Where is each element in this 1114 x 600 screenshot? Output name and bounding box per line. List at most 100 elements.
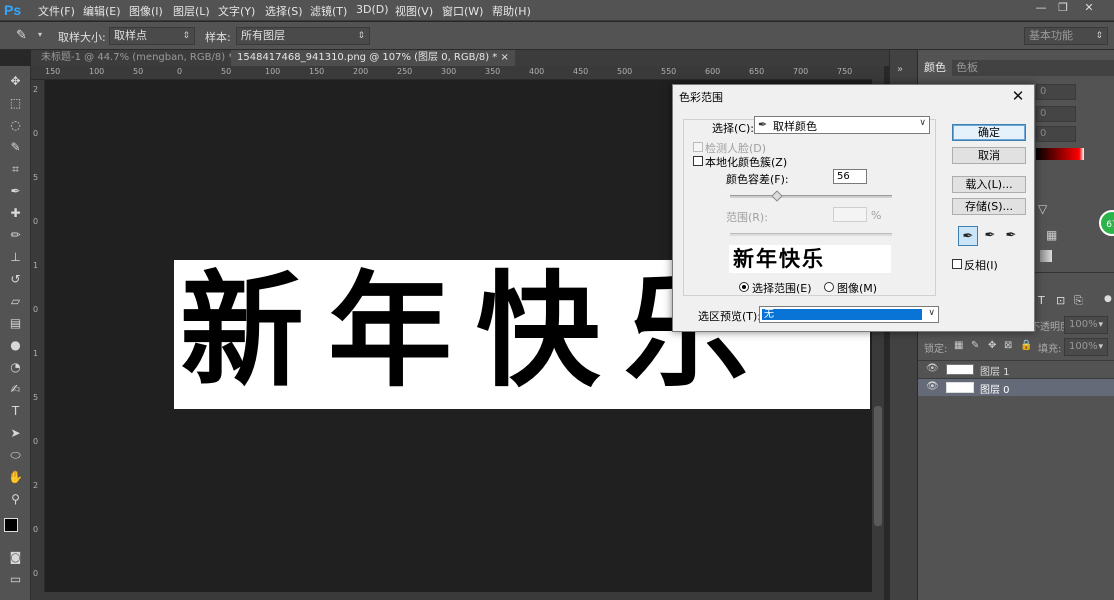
menu-view[interactable]: 视图(V): [395, 3, 433, 19]
menu-type[interactable]: 文字(Y): [218, 3, 255, 19]
smart-filter-icon[interactable]: ⎘: [1074, 294, 1083, 308]
color-b-field[interactable]: 0: [1036, 126, 1076, 142]
cancel-button[interactable]: 取消: [952, 147, 1026, 164]
save-button[interactable]: 存储(S)...: [952, 198, 1026, 215]
crop-tool-icon[interactable]: ⌗: [6, 160, 25, 178]
history-brush-icon[interactable]: ↺: [6, 270, 25, 288]
pen-tool-icon[interactable]: ✍: [6, 380, 25, 398]
foreground-color-swatch[interactable]: [4, 518, 18, 532]
menu-filter[interactable]: 滤镜(T): [310, 3, 347, 19]
ruler-tick-label: 0: [33, 525, 39, 534]
gradient-swatch[interactable]: [1040, 250, 1052, 262]
localized-checkbox[interactable]: [693, 156, 703, 166]
ok-button[interactable]: 确定: [952, 124, 1026, 141]
detect-faces-checkbox[interactable]: [693, 142, 703, 152]
eyedropper-tool-icon[interactable]: ✎: [16, 28, 32, 44]
healing-brush-icon[interactable]: ✚: [6, 204, 25, 222]
color-g-field[interactable]: 0: [1036, 106, 1076, 122]
menu-select[interactable]: 选择(S): [265, 3, 303, 19]
lock-brush-icon[interactable]: ✎: [971, 340, 979, 351]
gradient-tool-icon[interactable]: ▤: [6, 314, 25, 332]
layer-row-selected[interactable]: 👁 图层 0: [918, 378, 1114, 396]
path-select-icon[interactable]: ➤: [6, 424, 25, 442]
clone-stamp-icon[interactable]: ⊥: [6, 248, 25, 266]
eyedropper-minus-icon[interactable]: ✒: [1001, 226, 1021, 246]
selection-radio[interactable]: [739, 282, 749, 292]
load-button[interactable]: 载入(L)...: [952, 176, 1026, 193]
lock-move-icon[interactable]: ✥: [988, 340, 996, 351]
triangle-icon[interactable]: ▽: [1038, 202, 1047, 216]
eye-icon[interactable]: 👁: [926, 363, 939, 374]
tab-untitled[interactable]: 未标题-1 @ 44.7% (mengban, RGB/8) * ×: [35, 50, 251, 66]
ruler-tick-label: 50: [133, 67, 144, 76]
menu-edit[interactable]: 编辑(E): [83, 3, 121, 19]
shape-filter-icon[interactable]: ⊡: [1056, 294, 1065, 307]
range-slider[interactable]: [730, 233, 892, 236]
restore-button[interactable]: ❐: [1052, 0, 1074, 16]
menu-window[interactable]: 窗口(W): [442, 3, 483, 19]
workspace-dropdown[interactable]: 基本功能 ⇕: [1024, 27, 1108, 45]
grid-icon[interactable]: ▦: [1046, 228, 1057, 242]
lasso-tool-icon[interactable]: ◌: [6, 116, 25, 134]
layer-thumbnail: [946, 382, 974, 393]
scrollbar-thumb[interactable]: [874, 406, 882, 526]
blur-tool-icon[interactable]: ●: [6, 336, 25, 354]
invert-checkbox[interactable]: [952, 259, 962, 269]
quick-mask-icon[interactable]: ◙: [6, 548, 25, 566]
marquee-tool-icon[interactable]: ⬚: [6, 94, 25, 112]
screen-mode-icon[interactable]: ▭: [6, 570, 25, 588]
menu-image[interactable]: 图像(I): [129, 3, 163, 19]
range-input[interactable]: [833, 207, 867, 222]
menu-3d[interactable]: 3D(D): [356, 3, 389, 16]
fuzziness-slider-thumb[interactable]: [771, 190, 783, 202]
lock-all-icon[interactable]: 🔒: [1020, 340, 1032, 351]
tab-color[interactable]: 颜色: [918, 60, 952, 76]
eye-icon[interactable]: 👁: [926, 381, 939, 392]
menu-layer[interactable]: 图层(L): [173, 3, 210, 19]
collapse-panel-icon[interactable]: »: [897, 64, 903, 75]
filter-toggle-icon[interactable]: ●: [1104, 294, 1112, 304]
opacity-value: 100%: [1069, 319, 1098, 330]
eyedropper-icon[interactable]: ✒: [6, 182, 25, 200]
dodge-tool-icon[interactable]: ◔: [6, 358, 25, 376]
eyedropper-icon[interactable]: ✒: [958, 226, 978, 246]
color-ramp[interactable]: [1036, 148, 1084, 160]
eraser-tool-icon[interactable]: ▱: [6, 292, 25, 310]
ellipse-tool-icon[interactable]: ⬭: [6, 446, 25, 464]
image-radio[interactable]: [824, 282, 834, 292]
menu-help[interactable]: 帮助(H): [492, 3, 531, 19]
move-tool-icon[interactable]: ✥: [6, 72, 25, 90]
eyedropper-plus-icon[interactable]: ✒: [980, 226, 1000, 246]
minimize-button[interactable]: —: [1030, 0, 1052, 16]
ruler-tick-label: 0: [177, 67, 183, 76]
progress-badge: 67: [1099, 210, 1114, 236]
hand-tool-icon[interactable]: ✋: [6, 468, 25, 486]
preview-mode-dropdown[interactable]: 无 ∨: [759, 306, 939, 323]
tab-png[interactable]: 1548417468_941310.png @ 107% (图层 0, RGB/…: [231, 50, 515, 66]
lock-pixels-icon[interactable]: ▦: [954, 340, 963, 351]
sample-size-dropdown[interactable]: 取样点 ⇕: [109, 27, 195, 45]
opacity-dropdown[interactable]: 100% ▾: [1064, 316, 1108, 334]
quick-select-tool-icon[interactable]: ✎: [6, 138, 25, 156]
ruler-tick-label: 0: [33, 437, 39, 446]
lock-artboard-icon[interactable]: ⊠: [1004, 340, 1012, 351]
text-filter-icon[interactable]: T: [1038, 294, 1045, 307]
chevron-down-icon: ⇕: [1095, 31, 1103, 41]
chevron-down-icon: ∨: [919, 118, 926, 128]
select-dropdown[interactable]: ✒ 取样颜色 ∨: [754, 116, 930, 134]
tool-preset-arrow-icon[interactable]: ▾: [38, 30, 42, 39]
fill-dropdown[interactable]: 100% ▾: [1064, 338, 1108, 356]
tab-swatches[interactable]: 色板: [950, 60, 984, 76]
sample-dropdown[interactable]: 所有图层 ⇕: [236, 27, 370, 45]
fuzziness-input[interactable]: 56: [833, 169, 867, 184]
fuzziness-slider[interactable]: [730, 195, 892, 198]
layer-row[interactable]: 👁 图层 1: [918, 360, 1114, 378]
tab-close-icon[interactable]: ×: [501, 52, 509, 63]
zoom-tool-icon[interactable]: ⚲: [6, 490, 25, 508]
menu-file[interactable]: 文件(F): [38, 3, 75, 19]
type-tool-icon[interactable]: T: [6, 402, 25, 420]
brush-tool-icon[interactable]: ✏: [6, 226, 25, 244]
close-icon[interactable]: ✕: [1008, 85, 1028, 107]
close-window-button[interactable]: ✕: [1078, 0, 1100, 16]
color-r-field[interactable]: 0: [1036, 84, 1076, 100]
